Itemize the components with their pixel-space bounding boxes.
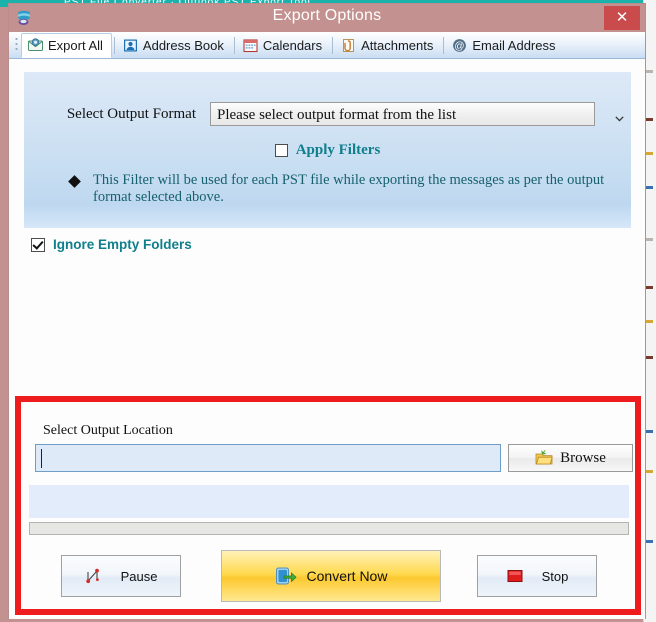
dialog-body: Select Output Format Please select outpu…: [9, 59, 645, 619]
output-location-input[interactable]: [35, 444, 501, 472]
browse-label: Browse: [560, 449, 606, 466]
ignore-empty-folders-checkbox[interactable]: [31, 237, 45, 252]
apply-filters-row: Apply Filters: [24, 142, 631, 159]
tab-bar: Export All Address Book Calendars Attach…: [9, 32, 645, 59]
tab-separator: [233, 36, 235, 54]
apply-filters-label: Apply Filters: [295, 142, 381, 158]
dialog-titlebar[interactable]: Export Options ✕: [9, 4, 645, 32]
tab-label: Email Address: [472, 37, 556, 53]
contact-card-icon: [123, 38, 138, 53]
tab-address-book[interactable]: Address Book: [117, 33, 232, 58]
tab-separator: [443, 36, 445, 54]
format-label: Select Output Format: [66, 105, 196, 122]
tab-label: Address Book: [142, 37, 224, 53]
tab-email-address[interactable]: @ Email Address: [446, 33, 563, 58]
output-format-select[interactable]: Please select output format from the lis…: [210, 102, 595, 126]
output-location-label: Select Output Location: [43, 423, 173, 438]
status-message-area: [29, 485, 629, 518]
tab-label: Export All: [48, 37, 103, 53]
tab-export-all[interactable]: Export All: [21, 32, 112, 58]
stop-label: Stop: [541, 568, 569, 584]
pause-pin-icon: [85, 567, 103, 585]
filter-note: This Filter will be used for each PST fi…: [68, 172, 622, 206]
close-button[interactable]: ✕: [604, 6, 640, 30]
at-sign-icon: @: [452, 38, 467, 53]
pause-button[interactable]: Pause: [61, 555, 181, 597]
progress-bar: [29, 522, 629, 535]
ignore-empty-folders-label: Ignore Empty Folders: [53, 237, 192, 252]
browse-button[interactable]: Browse: [508, 444, 633, 472]
convert-now-label: Convert Now: [306, 568, 388, 584]
tab-label: Attachments: [361, 37, 434, 53]
format-row: Select Output Format Please select outpu…: [24, 102, 631, 126]
stop-square-icon: [506, 567, 524, 585]
dialog-title: Export Options: [272, 7, 382, 24]
stop-button[interactable]: Stop: [477, 555, 597, 597]
apply-filters-checkbox[interactable]: [274, 144, 288, 157]
open-folder-icon: [535, 449, 553, 467]
text-caret: [41, 449, 42, 468]
svg-text:@: @: [455, 41, 465, 52]
tab-label: Calendars: [262, 37, 323, 53]
convert-now-button[interactable]: Convert Now: [221, 550, 441, 602]
calendar-icon: [243, 38, 258, 53]
ignore-empty-folders-row[interactable]: Ignore Empty Folders: [31, 237, 192, 252]
pause-label: Pause: [120, 568, 158, 584]
tab-separator: [332, 36, 334, 54]
diamond-bullet-icon: [68, 175, 81, 188]
tab-grip-icon: [15, 36, 19, 54]
desktop-background: PST File Converter · Outlook PST Export …: [0, 0, 656, 622]
envelope-icon: [28, 37, 43, 53]
chevron-down-icon: [615, 109, 624, 122]
tab-attachments[interactable]: Attachments: [335, 33, 441, 58]
export-arrow-icon: [275, 565, 297, 587]
filter-note-text: This Filter will be used for each PST fi…: [93, 172, 605, 205]
paperclip-icon: [341, 38, 356, 53]
output-location-section: Select Output Location Browse Pause Conv…: [15, 396, 641, 615]
export-options-dialog: Export Options ✕ Export All Address Book…: [8, 3, 646, 619]
tab-calendars[interactable]: Calendars: [237, 33, 330, 58]
output-format-panel: Select Output Format Please select outpu…: [24, 72, 631, 228]
tab-separator: [113, 36, 115, 54]
